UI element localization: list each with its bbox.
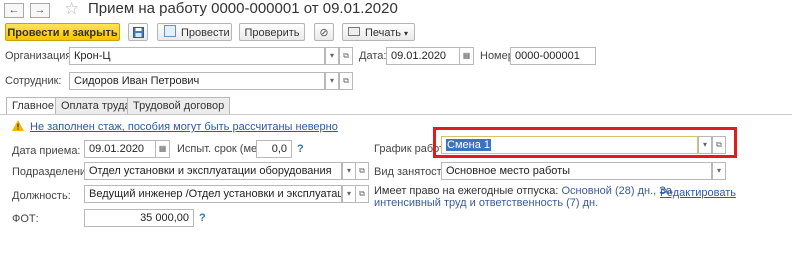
- tab-main[interactable]: Главное: [6, 97, 61, 115]
- warning-link[interactable]: Не заполнен стаж, пособия могут быть рас…: [30, 121, 338, 133]
- open-form-icon: ⧉: [343, 76, 349, 85]
- department-label: Подразделение:: [12, 166, 96, 178]
- save-icon: [132, 27, 144, 38]
- post-button[interactable]: Провести: [157, 23, 232, 41]
- vacation-prefix: Имеет право на ежегодные отпуска:: [374, 185, 559, 197]
- organization-field[interactable]: Крон-Ц: [69, 47, 325, 65]
- fot-field[interactable]: 35 000,00: [84, 209, 194, 227]
- position-field[interactable]: Ведущий инженер /Отдел установки и экспл…: [84, 185, 342, 203]
- chevron-down-icon: ▾: [329, 76, 334, 85]
- employment-type-label: Вид занятости:: [374, 166, 451, 178]
- highlight-box: [433, 127, 737, 158]
- probation-help-icon[interactable]: ?: [297, 143, 304, 155]
- open-form-icon: ⧉: [359, 166, 365, 175]
- employee-open-button[interactable]: ⧉: [339, 72, 353, 90]
- save-button[interactable]: [128, 23, 148, 41]
- organization-dropdown-button[interactable]: ▾: [325, 47, 339, 65]
- post-and-close-button[interactable]: Провести и закрыть: [5, 23, 120, 41]
- post-label: Провести: [181, 27, 230, 39]
- forward-button[interactable]: →: [30, 3, 50, 18]
- check-button[interactable]: Проверить: [239, 23, 305, 41]
- chevron-down-icon: ▾: [329, 51, 334, 60]
- print-label: Печать: [365, 27, 402, 39]
- paperclip-icon: ⊘: [319, 27, 329, 39]
- position-dropdown-button[interactable]: ▾: [342, 185, 356, 203]
- hire-date-label: Дата приема:: [12, 145, 81, 157]
- department-open-button[interactable]: ⧉: [355, 162, 369, 180]
- vacation-info: Имеет право на ежегодные отпуска: Основн…: [374, 185, 672, 197]
- post-icon: [164, 25, 176, 37]
- open-form-icon: ⧉: [343, 51, 349, 60]
- edit-vacation-link[interactable]: Редактировать: [660, 187, 736, 199]
- page-title: Прием на работу 0000-000001 от 09.01.202…: [88, 0, 398, 17]
- tab-contract[interactable]: Трудовой договор: [127, 97, 231, 114]
- chevron-down-icon: ▾: [346, 166, 351, 175]
- date-field[interactable]: 09.01.2020: [386, 47, 461, 65]
- chevron-down-icon: ▾: [404, 29, 409, 38]
- chevron-down-icon: ▾: [346, 189, 351, 198]
- tab-payment[interactable]: Оплата труда: [55, 97, 137, 114]
- employee-field[interactable]: Сидоров Иван Петрович: [69, 72, 325, 90]
- chevron-down-icon: ▾: [716, 166, 721, 175]
- department-dropdown-button[interactable]: ▾: [342, 162, 356, 180]
- fot-help-icon[interactable]: ?: [199, 212, 206, 224]
- number-field[interactable]: 0000-000001: [510, 47, 596, 65]
- organization-label: Организация:: [5, 50, 75, 62]
- calendar-icon: ▦: [158, 144, 167, 153]
- fot-label: ФОТ:: [12, 213, 39, 225]
- warning-icon: [12, 120, 24, 134]
- department-field[interactable]: Отдел установки и эксплуатации оборудова…: [84, 162, 342, 180]
- employment-type-dropdown-button[interactable]: ▾: [712, 162, 726, 180]
- date-label: Дата:: [359, 50, 387, 62]
- date-calendar-button[interactable]: ▦: [459, 47, 474, 65]
- tab-divider: [0, 114, 792, 115]
- vacation-extra: интенсивный труд и ответственность (7) д…: [374, 197, 599, 209]
- favorite-star-icon[interactable]: ☆: [64, 0, 79, 19]
- employment-type-field[interactable]: Основное место работы: [441, 162, 712, 180]
- employee-label: Сотрудник:: [5, 75, 62, 87]
- probation-field[interactable]: 0,0: [256, 140, 292, 158]
- attach-button[interactable]: ⊘: [314, 23, 334, 41]
- open-form-icon: ⧉: [359, 189, 365, 198]
- employee-dropdown-button[interactable]: ▾: [325, 72, 339, 90]
- position-open-button[interactable]: ⧉: [355, 185, 369, 203]
- vacation-main: Основной (28) дн., За: [561, 185, 673, 197]
- printer-icon: [348, 27, 360, 36]
- calendar-icon: ▦: [462, 51, 471, 60]
- print-button[interactable]: Печать ▾: [342, 23, 415, 41]
- position-label: Должность:: [12, 190, 71, 202]
- hire-date-calendar-button[interactable]: ▦: [155, 140, 170, 158]
- hire-date-field[interactable]: 09.01.2020: [84, 140, 156, 158]
- organization-open-button[interactable]: ⧉: [339, 47, 353, 65]
- back-button[interactable]: ←: [4, 3, 24, 18]
